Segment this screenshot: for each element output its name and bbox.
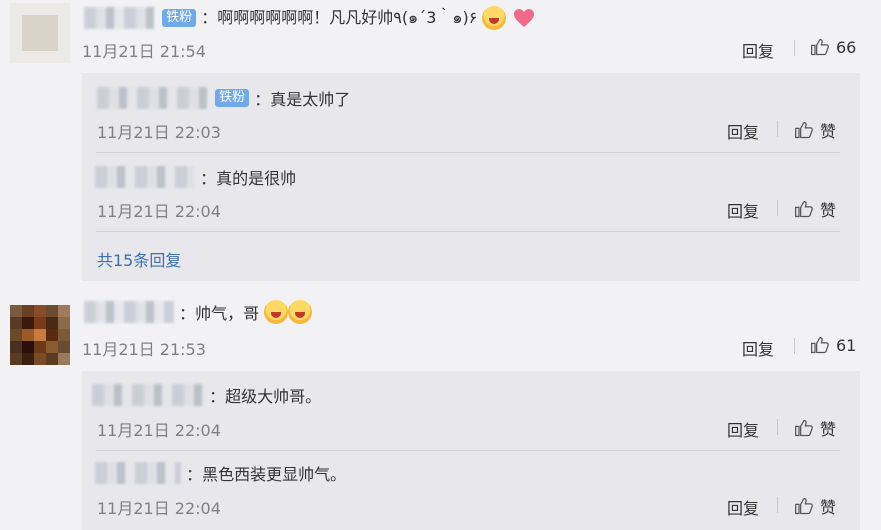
grin-emoji-icon [264, 300, 289, 324]
reply-button[interactable]: 回复 [742, 38, 774, 62]
fan-badge: 铁粉 [215, 89, 250, 107]
divider [794, 338, 795, 354]
divider [777, 497, 778, 513]
thumbs-up-icon [795, 200, 813, 218]
username-blurred[interactable] [84, 6, 154, 29]
reply-button[interactable]: 回复 [727, 198, 759, 222]
reply-button[interactable]: 回复 [727, 417, 759, 441]
reply-username-blurred[interactable] [97, 87, 207, 109]
view-more-replies-link[interactable]: 共15条回复 [97, 247, 181, 271]
thumbs-up-icon [795, 497, 813, 515]
like-button[interactable]: 66 [810, 37, 856, 57]
divider [794, 40, 795, 56]
reply-divider [96, 152, 840, 153]
reply-text: ：真是太帅了 [254, 90, 351, 109]
thumbs-up-icon [795, 121, 813, 139]
thumbs-up-icon [811, 336, 829, 354]
reply-button[interactable]: 回复 [727, 495, 759, 519]
comment-time: 11月21日 21:53 [82, 340, 206, 359]
reply-time: 11月21日 22:04 [97, 421, 221, 440]
reply-time: 11月21日 22:03 [97, 123, 221, 142]
avatar[interactable] [10, 305, 70, 365]
like-count: 66 [836, 37, 857, 57]
comment-text: ：帅气，哥 [179, 304, 260, 323]
thumbs-up-icon [795, 419, 813, 437]
divider [777, 121, 778, 137]
grin-emoji-icon [288, 300, 313, 324]
like-label: 赞 [820, 122, 837, 141]
comment-text: ：啊啊啊啊啊啊！凡凡好帅٩(๑´3｀๑)۶ [201, 8, 478, 27]
like-button[interactable]: 61 [810, 335, 856, 355]
reply-divider [96, 231, 840, 232]
grin-emoji-icon [482, 5, 507, 30]
avatar[interactable] [10, 3, 70, 63]
comment-time: 11月21日 21:54 [82, 42, 206, 61]
like-button[interactable]: 赞 [794, 494, 836, 518]
reply-button[interactable]: 回复 [742, 336, 774, 360]
reply-text: ：真的是很帅 [200, 169, 297, 188]
like-label: 赞 [820, 498, 837, 517]
fan-badge: 铁粉 [162, 8, 197, 27]
reply-username-blurred[interactable] [95, 462, 181, 484]
like-button[interactable]: 赞 [794, 118, 836, 142]
like-count: 61 [836, 335, 857, 355]
reply-text: ：黑色西装更显帅气。 [186, 465, 347, 484]
divider [777, 419, 778, 435]
heart-icon [513, 8, 534, 27]
divider [777, 200, 778, 216]
thumbs-up-icon [811, 38, 829, 56]
username-blurred[interactable] [84, 301, 174, 323]
reply-username-blurred[interactable] [92, 384, 204, 406]
like-label: 赞 [820, 420, 837, 439]
reply-text: ：超级大帅哥。 [209, 387, 322, 406]
reply-time: 11月21日 22:04 [97, 499, 221, 518]
like-label: 赞 [820, 201, 837, 220]
like-button[interactable]: 赞 [794, 416, 836, 440]
reply-time: 11月21日 22:04 [97, 202, 221, 221]
reply-divider [96, 450, 840, 451]
reply-button[interactable]: 回复 [727, 119, 759, 143]
reply-username-blurred[interactable] [95, 166, 195, 188]
like-button[interactable]: 赞 [794, 197, 836, 221]
